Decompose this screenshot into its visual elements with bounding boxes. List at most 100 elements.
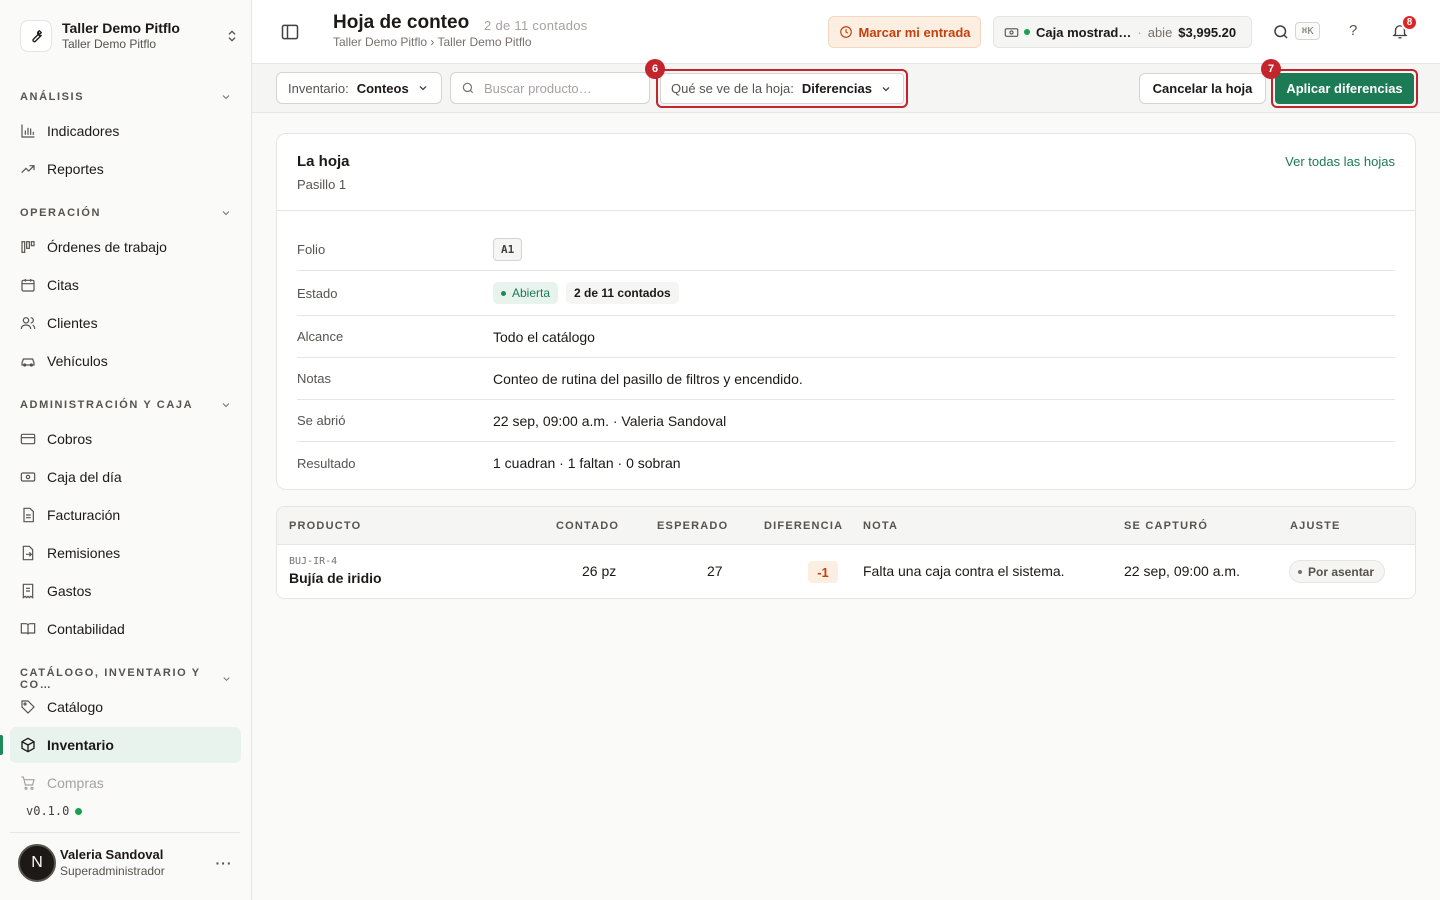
sidebar-toggle-icon[interactable] bbox=[280, 22, 300, 42]
breadcrumb[interactable]: Taller Demo Pitflo › Taller Demo Pitflo bbox=[333, 35, 532, 49]
chevron-down-icon bbox=[882, 86, 890, 91]
cash-icon bbox=[1004, 27, 1019, 37]
kanban-icon bbox=[21, 241, 35, 253]
col-producto: PRODUCTO bbox=[289, 520, 362, 532]
section-administracion[interactable]: ADMINISTRACIÓN Y CAJA bbox=[20, 399, 232, 411]
detail-row-alcance: Alcance Todo el catálogo bbox=[297, 316, 1395, 358]
differences-table: PRODUCTO CONTADO ESPERADO DIFERENCIA NOT… bbox=[276, 506, 1416, 599]
status-dot bbox=[501, 290, 506, 296]
car-icon bbox=[21, 358, 35, 367]
detail-row-estado: Estado Abierta 2 de 11 contados bbox=[297, 271, 1395, 316]
inventory-view-select[interactable]: Inventario: Conteos bbox=[276, 72, 442, 104]
all-sheets-link[interactable]: Ver todas las hojas bbox=[1285, 154, 1395, 169]
adjust-status-badge: Por asentar bbox=[1289, 560, 1386, 583]
file-icon bbox=[23, 507, 34, 523]
col-ajuste: AJUSTE bbox=[1290, 520, 1341, 532]
users-icon bbox=[20, 317, 36, 330]
sheet-view-select-highlight: Qué se ve de la hoja: Diferencias bbox=[656, 69, 908, 108]
bar-chart-icon bbox=[21, 124, 35, 138]
note-text: Falta una caja contra el sistema. bbox=[863, 563, 1065, 579]
user-menu[interactable]: N Valeria Sandoval Superadministrador ··… bbox=[10, 832, 240, 892]
org-subtitle: Taller Demo Pitflo bbox=[62, 37, 157, 51]
calendar-icon bbox=[21, 279, 35, 292]
org-switcher[interactable]: Taller Demo Pitflo Taller Demo Pitflo bbox=[20, 18, 240, 54]
file-arrow-icon bbox=[22, 545, 34, 561]
apply-differences-button[interactable]: Aplicar diferencias bbox=[1275, 73, 1414, 104]
apply-button-highlight: Aplicar diferencias bbox=[1271, 69, 1418, 108]
help-icon[interactable]: ? bbox=[1349, 22, 1357, 39]
status-badge: Abierta bbox=[493, 282, 559, 304]
shortcut-hint: ⌘K bbox=[1295, 22, 1320, 40]
top-header: Hoja de conteo 2 de 11 contados Taller D… bbox=[252, 0, 1440, 64]
receipt-icon bbox=[22, 583, 34, 599]
product-search[interactable] bbox=[450, 72, 650, 104]
detail-row-folio: Folio A1 bbox=[297, 228, 1395, 271]
product-name: Bujía de iridio bbox=[289, 570, 382, 586]
sidebar-item-remisiones[interactable]: Remisiones bbox=[10, 535, 241, 571]
section-analisis[interactable]: ANÁLISIS bbox=[20, 91, 232, 103]
search-icon bbox=[462, 82, 474, 94]
sidebar-item-catalogo[interactable]: Catálogo bbox=[10, 689, 241, 725]
product-sku: BUJ-IR-4 bbox=[289, 556, 338, 567]
search-icon[interactable] bbox=[1272, 23, 1290, 41]
cash-register-selector[interactable]: Caja mostrad… · abie $3,995.20 bbox=[993, 16, 1252, 48]
counted-value: 26 pz bbox=[582, 563, 617, 579]
register-amount: $3,995.20 bbox=[1178, 24, 1237, 40]
folio-badge: A1 bbox=[493, 237, 523, 261]
search-input[interactable] bbox=[484, 80, 644, 96]
col-esperado: ESPERADO bbox=[657, 520, 729, 532]
card-icon bbox=[20, 433, 36, 445]
avatar: N bbox=[18, 843, 56, 882]
chevron-down-icon bbox=[222, 403, 230, 408]
count-badge: 2 de 11 contados bbox=[566, 282, 679, 304]
cart-icon bbox=[21, 776, 35, 790]
detail-row-notas: Notas Conteo de rutina del pasillo de fi… bbox=[297, 358, 1395, 400]
more-icon[interactable]: ··· bbox=[212, 855, 236, 871]
wrench-icon bbox=[20, 20, 52, 52]
section-operacion[interactable]: OPERACIÓN bbox=[20, 207, 232, 219]
sidebar-item-contabilidad[interactable]: Contabilidad bbox=[10, 611, 241, 647]
box-icon bbox=[21, 737, 35, 753]
trend-icon bbox=[21, 165, 35, 173]
toolbar: Inventario: Conteos Qué se ve de la hoja… bbox=[252, 59, 1440, 113]
sidebar-item-caja[interactable]: Caja del día bbox=[10, 459, 241, 495]
detail-row-apertura: Se abrió 22 sep, 09:00 a.m. · Valeria Sa… bbox=[297, 400, 1395, 442]
chevron-updown-icon bbox=[228, 30, 236, 42]
sidebar-item-indicadores[interactable]: Indicadores bbox=[10, 113, 241, 149]
difference-badge: -1 bbox=[808, 561, 838, 583]
active-indicator bbox=[0, 735, 3, 755]
captured-time: 22 sep, 09:00 a.m. bbox=[1124, 563, 1240, 579]
status-dot bbox=[75, 807, 83, 815]
card-subtitle: Pasillo 1 bbox=[297, 177, 347, 192]
sidebar-item-ordenes[interactable]: Órdenes de trabajo bbox=[10, 229, 241, 265]
user-name: Valeria Sandoval bbox=[60, 846, 164, 862]
card-title: La hoja bbox=[297, 153, 350, 170]
sidebar-item-clientes[interactable]: Clientes bbox=[10, 305, 241, 341]
chevron-down-icon bbox=[419, 86, 427, 91]
sidebar-item-reportes[interactable]: Reportes bbox=[10, 151, 241, 187]
book-icon bbox=[20, 623, 36, 635]
sidebar-item-citas[interactable]: Citas bbox=[10, 267, 241, 303]
cancel-sheet-button[interactable]: Cancelar la hoja bbox=[1139, 73, 1266, 104]
sidebar-item-vehiculos[interactable]: Vehículos bbox=[10, 343, 241, 379]
sidebar-item-facturacion[interactable]: Facturación bbox=[10, 497, 241, 533]
sidebar-item-cobros[interactable]: Cobros bbox=[10, 421, 241, 457]
sidebar-item-compras[interactable]: Compras bbox=[10, 765, 241, 801]
cash-icon bbox=[20, 472, 36, 482]
register-status: abie bbox=[1147, 24, 1173, 40]
page-title: Hoja de conteo bbox=[333, 12, 470, 33]
sheet-view-select[interactable]: Qué se ve de la hoja: Diferencias bbox=[660, 73, 904, 104]
clock-icon bbox=[839, 26, 852, 38]
detail-row-resultado: Resultado 1 cuadran · 1 faltan · 0 sobra… bbox=[297, 455, 681, 471]
sidebar-item-inventario[interactable]: Inventario bbox=[10, 727, 241, 763]
col-diferencia: DIFERENCIA bbox=[764, 520, 844, 532]
step-badge-7: 7 bbox=[1261, 59, 1281, 79]
sidebar-item-gastos[interactable]: Gastos bbox=[10, 573, 241, 609]
section-catalogo[interactable]: CATÁLOGO, INVENTARIO Y CO… bbox=[20, 667, 232, 691]
clock-in-button[interactable]: Marcar mi entrada bbox=[828, 16, 981, 48]
chevron-down-icon bbox=[222, 211, 230, 216]
expected-value: 27 bbox=[707, 563, 723, 579]
register-name: Caja mostrad… bbox=[1036, 24, 1132, 40]
col-nota: NOTA bbox=[863, 520, 899, 532]
app-version: v0.1.0 bbox=[26, 804, 83, 818]
